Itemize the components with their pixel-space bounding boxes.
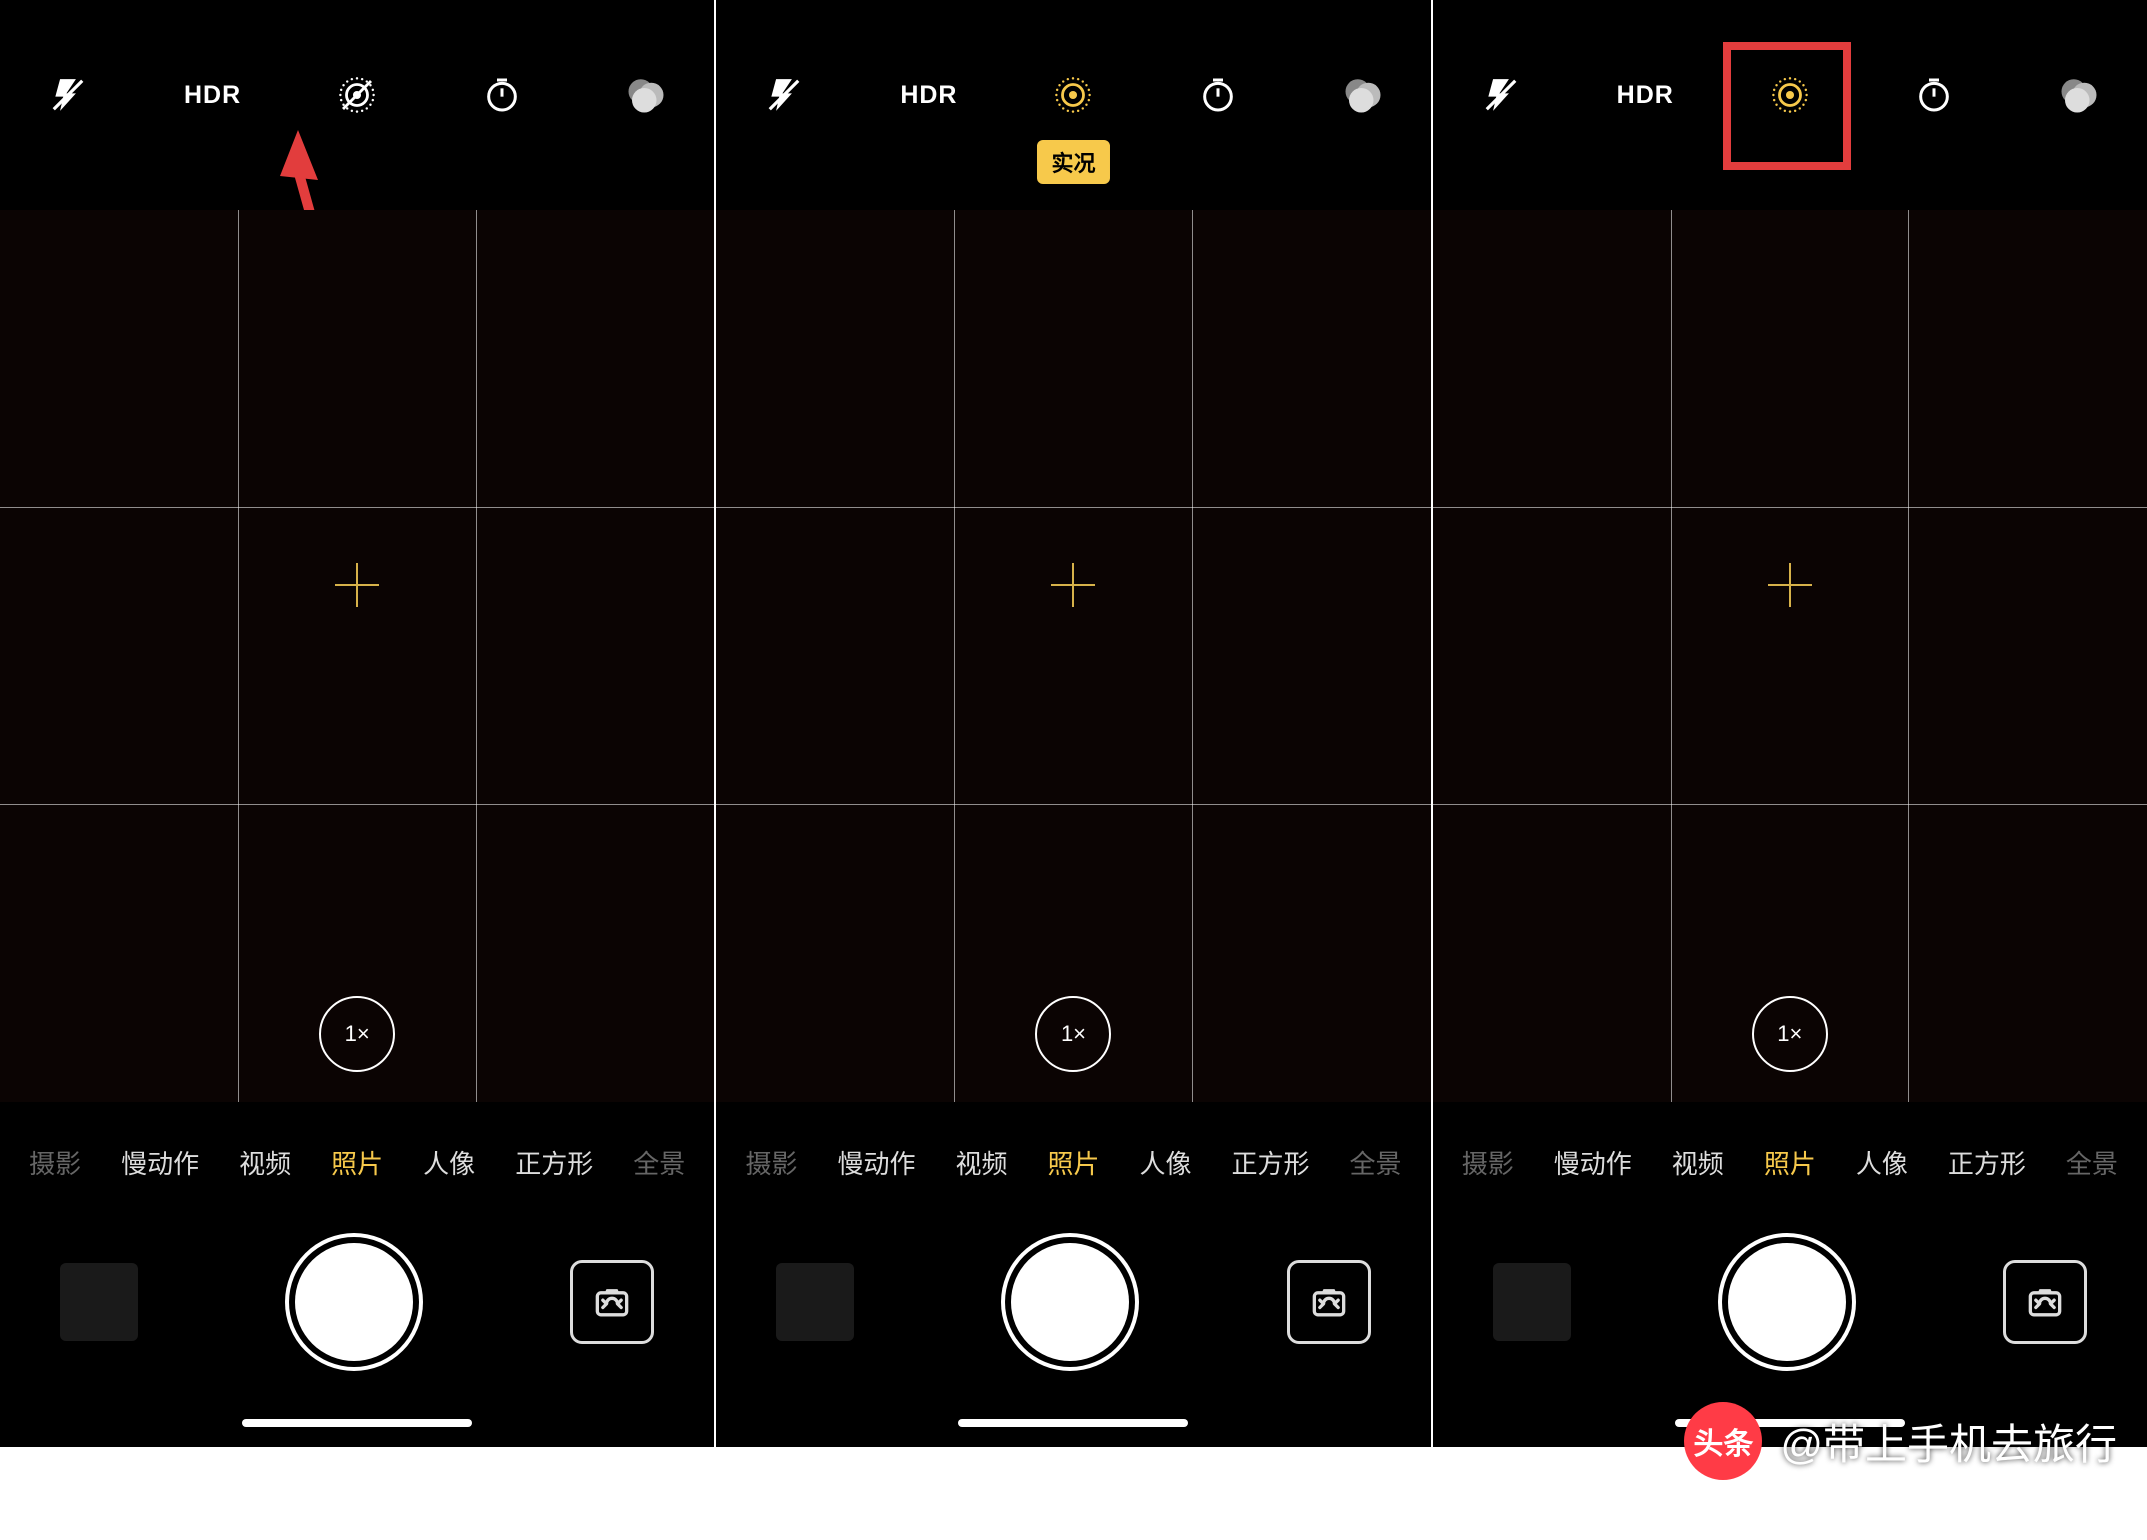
shutter-row	[716, 1227, 1430, 1377]
hdr-toggle[interactable]: HDR	[185, 67, 241, 123]
mode-video[interactable]: 视频	[955, 1144, 1007, 1181]
camera-top-toolbar: HDR	[716, 70, 1430, 120]
mode-photo[interactable]: 照片	[331, 1144, 383, 1181]
filters-icon[interactable]	[1335, 67, 1391, 123]
home-indicator[interactable]	[958, 1419, 1188, 1427]
phone-screen: HDR 1× 摄影 慢动作 视频 照片 人像 正方形 全景	[0, 0, 714, 1447]
camera-mode-selector[interactable]: 摄影 慢动作 视频 照片 人像 正方形 全景	[0, 1132, 714, 1192]
camera-top-toolbar: HDR	[0, 70, 714, 120]
grid-line	[238, 210, 239, 1102]
grid-line	[716, 804, 1430, 805]
flash-off-icon[interactable]	[756, 67, 812, 123]
hdr-label: HDR	[184, 81, 241, 110]
home-indicator[interactable]	[242, 1419, 472, 1427]
hdr-toggle[interactable]: HDR	[1617, 67, 1673, 123]
shutter-row	[0, 1227, 714, 1377]
focus-indicator-icon	[335, 563, 379, 607]
zoom-toggle[interactable]: 1×	[1035, 996, 1111, 1072]
watermark: 头条 @带上手机去旅行	[1684, 1402, 2117, 1480]
grid-line	[1671, 210, 1672, 1102]
filters-icon[interactable]	[618, 67, 674, 123]
last-photo-thumbnail[interactable]	[1493, 1263, 1571, 1341]
timer-icon[interactable]	[1190, 67, 1246, 123]
viewfinder[interactable]: 1×	[716, 210, 1430, 1102]
focus-indicator-icon	[1051, 563, 1095, 607]
zoom-toggle[interactable]: 1×	[319, 996, 395, 1072]
last-photo-thumbnail[interactable]	[776, 1263, 854, 1341]
mode-slow_mo[interactable]: 慢动作	[1554, 1144, 1632, 1181]
mode-portrait[interactable]: 人像	[1856, 1144, 1908, 1181]
grid-line	[716, 507, 1430, 508]
switch-camera-button[interactable]	[2003, 1260, 2087, 1344]
grid-line	[954, 210, 955, 1102]
grid-line	[476, 210, 477, 1102]
filters-icon[interactable]	[2051, 67, 2107, 123]
mode-photo[interactable]: 照片	[1764, 1144, 1816, 1181]
watermark-brand-icon: 头条	[1684, 1402, 1762, 1480]
hdr-label: HDR	[1617, 81, 1674, 110]
grid-line	[1192, 210, 1193, 1102]
mode-slow_mo[interactable]: 慢动作	[121, 1144, 199, 1181]
mode-square[interactable]: 正方形	[1232, 1144, 1310, 1181]
live-photo-badge: 实况	[1037, 140, 1109, 184]
mode-edge_left[interactable]: 摄影	[29, 1144, 81, 1181]
grid-line	[0, 804, 714, 805]
phone-screen: HDR 1× 摄影 慢动作 视频 照片 人像 正方形 全景	[1433, 0, 2147, 1447]
stage: HDR 1× 摄影 慢动作 视频 照片 人像 正方形 全景 HDR	[0, 0, 2147, 1540]
shutter-row	[1433, 1227, 2147, 1377]
mode-edge_right[interactable]: 全景	[1350, 1144, 1402, 1181]
timer-icon[interactable]	[1906, 67, 1962, 123]
live-photo-icon[interactable]	[329, 67, 385, 123]
grid-line	[0, 507, 714, 508]
live-photo-icon[interactable]	[1045, 67, 1101, 123]
mode-edge_right[interactable]: 全景	[2066, 1144, 2118, 1181]
phone-screen: HDR 实况 1× 摄影 慢动作 视频 照片 人像 正方形 全景	[716, 0, 1430, 1447]
flash-off-icon[interactable]	[1473, 67, 1529, 123]
mode-video[interactable]: 视频	[239, 1144, 291, 1181]
mode-slow_mo[interactable]: 慢动作	[837, 1144, 915, 1181]
shutter-button[interactable]	[1011, 1243, 1129, 1361]
flash-off-icon[interactable]	[40, 67, 96, 123]
mode-photo[interactable]: 照片	[1047, 1144, 1099, 1181]
shutter-button[interactable]	[295, 1243, 413, 1361]
focus-indicator-icon	[1768, 563, 1812, 607]
hdr-label: HDR	[900, 81, 957, 110]
screens-container: HDR 1× 摄影 慢动作 视频 照片 人像 正方形 全景 HDR	[0, 0, 2147, 1447]
viewfinder[interactable]: 1×	[0, 210, 714, 1102]
timer-icon[interactable]	[474, 67, 530, 123]
grid-line	[1908, 210, 1909, 1102]
viewfinder[interactable]: 1×	[1433, 210, 2147, 1102]
mode-video[interactable]: 视频	[1672, 1144, 1724, 1181]
mode-square[interactable]: 正方形	[515, 1144, 593, 1181]
mode-edge_right[interactable]: 全景	[633, 1144, 685, 1181]
watermark-text: @带上手机去旅行	[1780, 1411, 2117, 1472]
camera-mode-selector[interactable]: 摄影 慢动作 视频 照片 人像 正方形 全景	[716, 1132, 1430, 1192]
mode-portrait[interactable]: 人像	[1140, 1144, 1192, 1181]
shutter-button[interactable]	[1728, 1243, 1846, 1361]
annotation-red-box	[1723, 42, 1851, 170]
grid-line	[1433, 507, 2147, 508]
camera-mode-selector[interactable]: 摄影 慢动作 视频 照片 人像 正方形 全景	[1433, 1132, 2147, 1192]
switch-camera-button[interactable]	[570, 1260, 654, 1344]
mode-square[interactable]: 正方形	[1948, 1144, 2026, 1181]
hdr-toggle[interactable]: HDR	[901, 67, 957, 123]
mode-edge_left[interactable]: 摄影	[1462, 1144, 1514, 1181]
mode-portrait[interactable]: 人像	[423, 1144, 475, 1181]
grid-line	[1433, 804, 2147, 805]
zoom-toggle[interactable]: 1×	[1752, 996, 1828, 1072]
last-photo-thumbnail[interactable]	[60, 1263, 138, 1341]
switch-camera-button[interactable]	[1287, 1260, 1371, 1344]
mode-edge_left[interactable]: 摄影	[745, 1144, 797, 1181]
